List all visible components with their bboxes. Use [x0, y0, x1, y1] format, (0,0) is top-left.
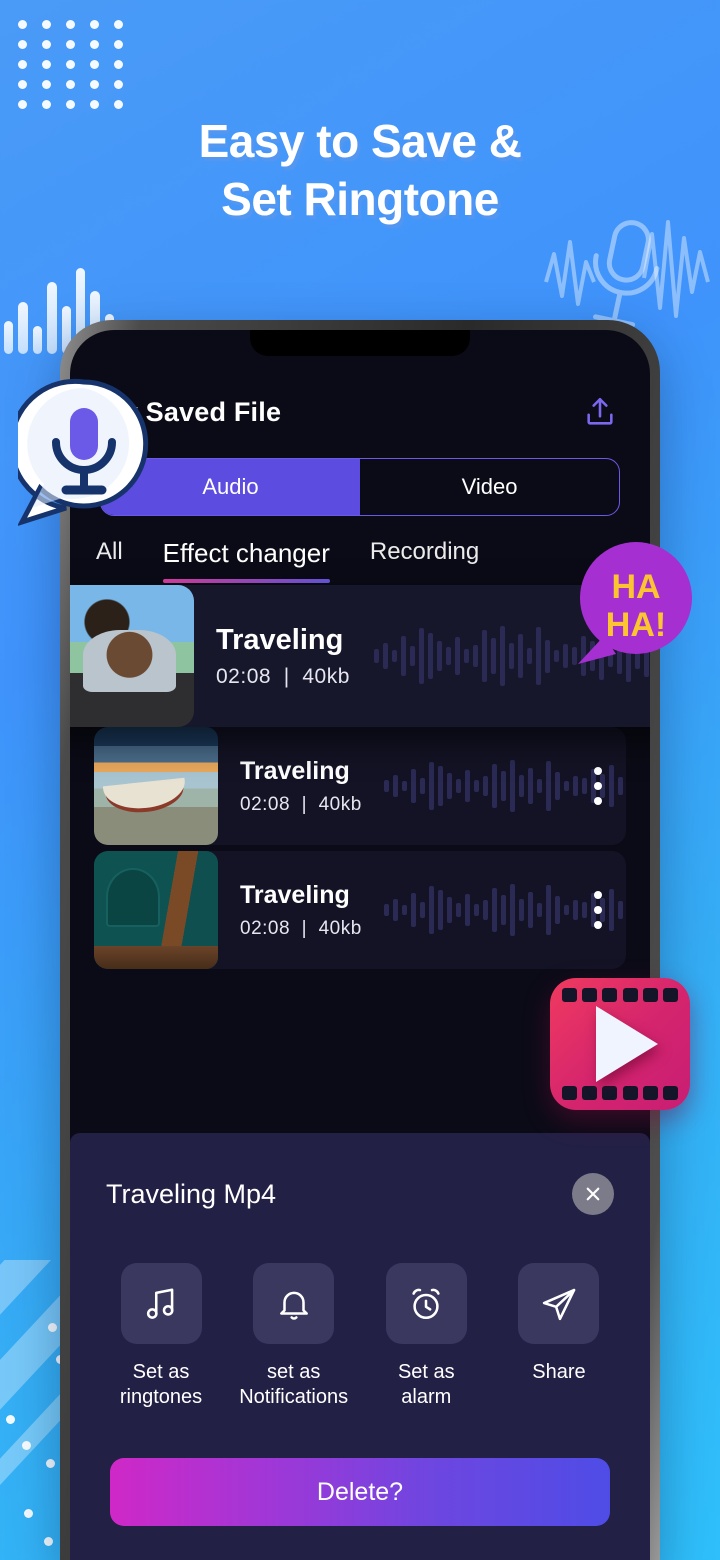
- play-icon: [596, 1006, 658, 1082]
- item-subtitle: 02:08 | 40kb: [240, 794, 570, 816]
- close-icon: [586, 1187, 600, 1201]
- item-meta: Traveling 02:08 | 40kb: [218, 757, 570, 816]
- phone-mockup: My Saved File Audio Video All Effect cha…: [60, 320, 660, 1560]
- upload-icon: [587, 397, 613, 425]
- music-note-icon: [146, 1287, 174, 1319]
- category-tabs[interactable]: All Effect changer Recording: [70, 538, 650, 583]
- action-icon-box: [253, 1263, 335, 1344]
- microphone-sticker: [18, 378, 149, 526]
- phone-notch: [250, 330, 470, 356]
- item-separator: |: [283, 664, 290, 688]
- video-play-sticker: [550, 978, 690, 1110]
- action-label-line2: alarm: [401, 1386, 452, 1408]
- item-size: 40kb: [302, 664, 350, 688]
- app-screen: My Saved File Audio Video All Effect cha…: [70, 330, 650, 1560]
- bell-icon: [279, 1291, 308, 1320]
- item-size: 40kb: [318, 793, 362, 815]
- haha-text-line1: HA: [611, 568, 660, 606]
- headline-line-1: Easy to Save &: [198, 115, 522, 167]
- action-label: Set as alarm: [371, 1360, 481, 1410]
- upload-button[interactable]: [580, 392, 620, 432]
- action-set-as-notification[interactable]: set as Notifications: [239, 1263, 349, 1410]
- saved-files-list: Traveling 02:08 | 40kb Traveling 02:08 |…: [70, 585, 650, 969]
- item-duration: 02:08: [240, 793, 291, 815]
- dot-grid-decoration: [10, 14, 130, 114]
- action-label: Share: [504, 1360, 614, 1385]
- item-duration: 02:08: [216, 664, 272, 688]
- tab-recording[interactable]: Recording: [370, 538, 479, 580]
- action-set-as-alarm[interactable]: Set as alarm: [371, 1263, 481, 1410]
- haha-text-line2: HA!: [606, 606, 666, 644]
- item-size: 40kb: [318, 917, 362, 939]
- action-share[interactable]: Share: [504, 1263, 614, 1410]
- action-label-line1: set as: [266, 1361, 321, 1383]
- action-label-line1: Set as: [397, 1361, 455, 1383]
- action-set-as-ringtone[interactable]: Set as ringtones: [106, 1263, 216, 1410]
- headline-line-2: Set Ringtone: [221, 173, 499, 225]
- tab-all[interactable]: All: [96, 538, 123, 580]
- action-label-line1: Share: [532, 1361, 586, 1383]
- action-label-line1: Set as: [132, 1361, 190, 1383]
- item-menu-button[interactable]: [570, 891, 626, 929]
- send-icon: [542, 1288, 576, 1320]
- haha-sticker: HA HA!: [578, 542, 692, 664]
- action-icon-box: [385, 1263, 467, 1344]
- item-menu-button[interactable]: [570, 767, 626, 805]
- action-icon-box: [518, 1263, 600, 1344]
- item-duration: 02:08: [240, 917, 291, 939]
- options-bottom-sheet: Traveling Mp4 Set as ringtones set as No…: [70, 1133, 650, 1560]
- action-label-line2: ringtones: [119, 1386, 203, 1408]
- tab-effect-changer[interactable]: Effect changer: [162, 538, 331, 583]
- table-row[interactable]: Traveling 02:08 | 40kb: [70, 585, 650, 727]
- bottom-sheet-header: Traveling Mp4: [106, 1173, 614, 1215]
- action-buttons-row: Set as ringtones set as Notifications Se…: [106, 1263, 614, 1410]
- item-title: Traveling: [240, 880, 350, 909]
- item-separator: |: [301, 917, 308, 939]
- media-type-segmented-control[interactable]: Audio Video: [100, 458, 620, 516]
- item-title: Traveling: [240, 756, 350, 785]
- film-perforations-top: [558, 988, 682, 1002]
- waveform-decoration: [544, 220, 710, 318]
- table-row[interactable]: Traveling 02:08 | 40kb: [94, 727, 626, 845]
- item-subtitle: 02:08 | 40kb: [240, 918, 570, 940]
- item-thumbnail: [94, 727, 218, 845]
- close-button[interactable]: [572, 1173, 614, 1215]
- action-label: Set as ringtones: [106, 1360, 216, 1410]
- action-label-line2: Notifications: [239, 1386, 349, 1408]
- bottom-sheet-title: Traveling Mp4: [106, 1178, 277, 1209]
- item-meta: Traveling 02:08 | 40kb: [218, 881, 570, 940]
- action-label: set as Notifications: [239, 1360, 349, 1410]
- segment-video[interactable]: Video: [360, 459, 619, 515]
- action-icon-box: [120, 1263, 202, 1344]
- item-thumbnail: [70, 585, 194, 727]
- item-thumbnail: [94, 851, 218, 969]
- item-subtitle: 02:08 | 40kb: [216, 665, 640, 689]
- alarm-clock-icon: [412, 1288, 440, 1319]
- item-separator: |: [301, 793, 308, 815]
- promo-headline: Easy to Save & Set Ringtone: [0, 112, 720, 228]
- delete-button[interactable]: Delete?: [110, 1458, 610, 1526]
- film-perforations-bottom: [558, 1086, 682, 1100]
- table-row[interactable]: Traveling 02:08 | 40kb: [94, 851, 626, 969]
